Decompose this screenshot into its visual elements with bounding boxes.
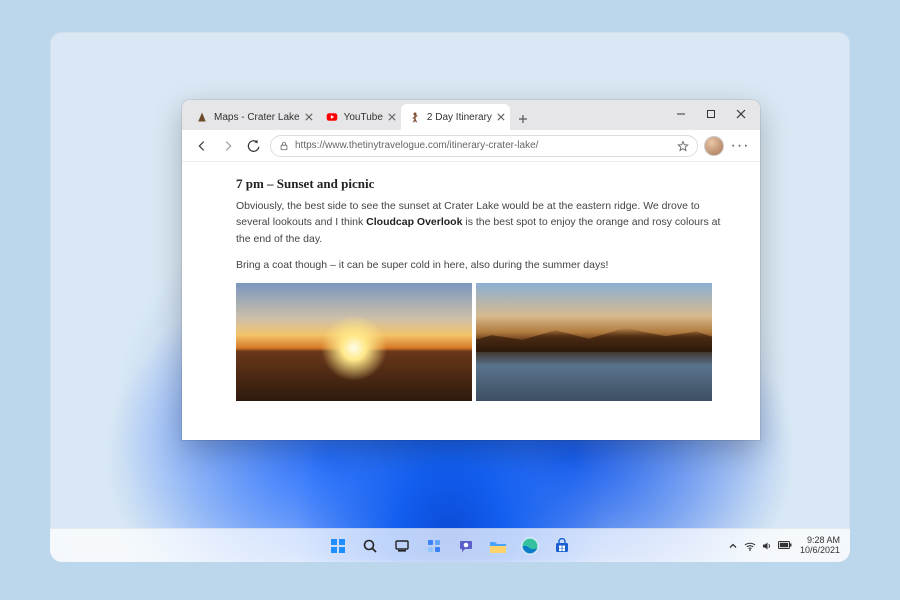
battery-icon[interactable] xyxy=(778,541,792,549)
lock-icon xyxy=(279,141,289,151)
sunset-photo-2 xyxy=(476,283,712,401)
desktop: Maps - Crater Lake YouTube xyxy=(50,32,850,562)
photo-row xyxy=(236,283,726,401)
youtube-favicon xyxy=(326,111,338,123)
sunset-photo-1 xyxy=(236,283,472,401)
hiker-favicon xyxy=(409,111,421,123)
back-button[interactable] xyxy=(192,136,212,156)
tab-label: Maps - Crater Lake xyxy=(214,112,300,123)
minimize-button[interactable] xyxy=(666,102,696,126)
task-view-button[interactable] xyxy=(391,535,413,557)
tab-strip: Maps - Crater Lake YouTube xyxy=(182,100,760,130)
more-menu-button[interactable]: ··· xyxy=(730,136,750,156)
taskbar-center-icons xyxy=(327,535,573,557)
tab-label: YouTube xyxy=(344,112,383,123)
volume-icon[interactable] xyxy=(762,541,772,551)
refresh-button[interactable] xyxy=(244,136,264,156)
system-tray: 9:28 AM 10/6/2021 xyxy=(728,529,840,562)
clock-date: 10/6/2021 xyxy=(800,546,840,556)
tab-youtube[interactable]: YouTube xyxy=(318,104,401,130)
browser-window: Maps - Crater Lake YouTube xyxy=(182,100,760,440)
tray-icons[interactable] xyxy=(728,541,792,551)
taskbar: 9:28 AM 10/6/2021 xyxy=(50,528,850,562)
taskbar-clock[interactable]: 9:28 AM 10/6/2021 xyxy=(800,536,840,556)
chevron-up-icon[interactable] xyxy=(728,541,738,551)
tab-maps-crater-lake[interactable]: Maps - Crater Lake xyxy=(188,104,318,130)
paragraph-1: Obviously, the best side to see the suns… xyxy=(236,198,726,247)
nps-favicon xyxy=(196,111,208,123)
file-explorer-button[interactable] xyxy=(487,535,509,557)
paragraph-2: Bring a coat though – it can be super co… xyxy=(236,257,726,273)
browser-toolbar: ··· xyxy=(182,130,760,162)
window-controls xyxy=(666,102,756,126)
close-icon[interactable] xyxy=(496,112,506,122)
profile-avatar[interactable] xyxy=(704,136,724,156)
tab-2-day-itinerary[interactable]: 2 Day Itinerary xyxy=(401,104,510,130)
start-button[interactable] xyxy=(327,535,349,557)
address-bar[interactable] xyxy=(270,135,698,157)
widgets-button[interactable] xyxy=(423,535,445,557)
wifi-icon[interactable] xyxy=(744,541,756,551)
close-icon[interactable] xyxy=(304,112,314,122)
page-content: 7 pm – Sunset and picnic Obviously, the … xyxy=(182,162,760,440)
close-window-button[interactable] xyxy=(726,102,756,126)
forward-button[interactable] xyxy=(218,136,238,156)
section-heading: 7 pm – Sunset and picnic xyxy=(236,176,726,192)
url-input[interactable] xyxy=(295,140,671,151)
store-button[interactable] xyxy=(551,535,573,557)
new-tab-button[interactable] xyxy=(512,108,534,130)
tab-label: 2 Day Itinerary xyxy=(427,112,492,123)
edge-button[interactable] xyxy=(519,535,541,557)
favorite-icon[interactable] xyxy=(677,140,689,152)
maximize-button[interactable] xyxy=(696,102,726,126)
chat-button[interactable] xyxy=(455,535,477,557)
search-button[interactable] xyxy=(359,535,381,557)
close-icon[interactable] xyxy=(387,112,397,122)
